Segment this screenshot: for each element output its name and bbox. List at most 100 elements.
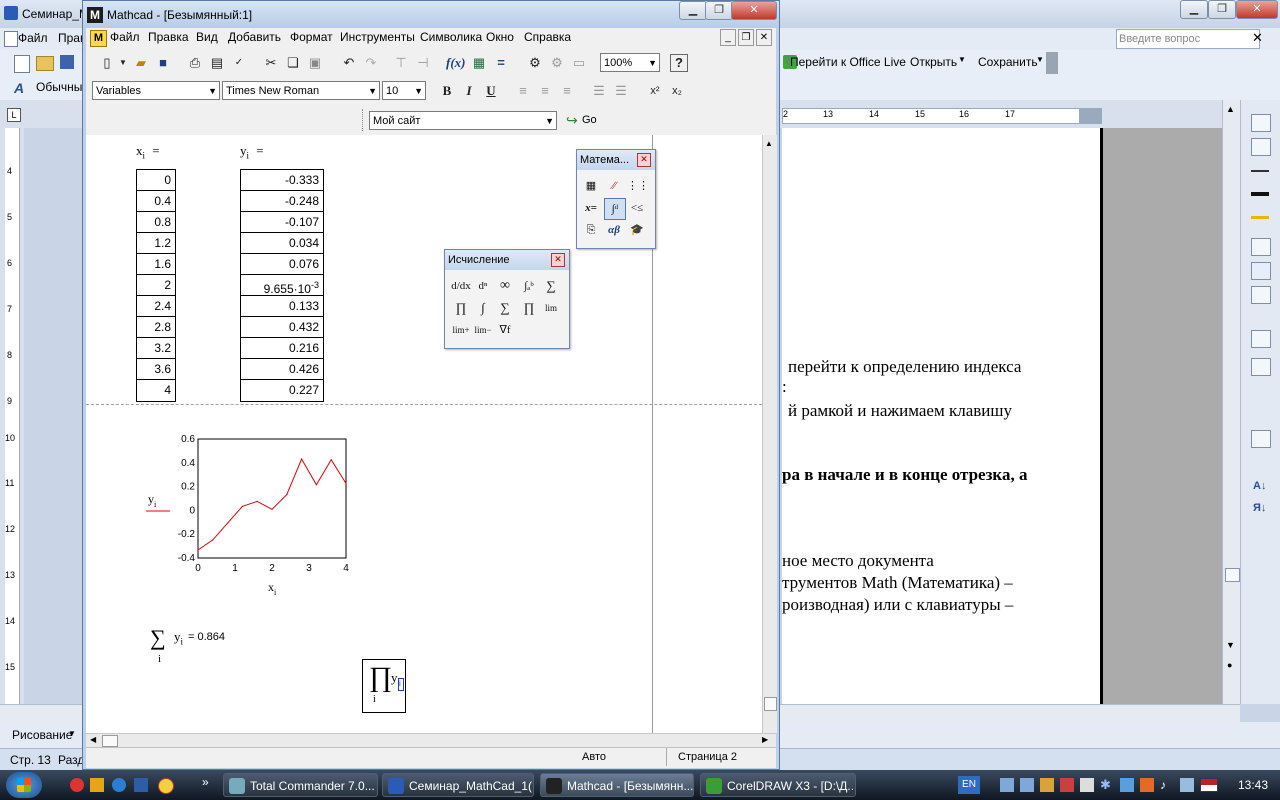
side-line-icon[interactable]: [1251, 170, 1269, 172]
component-wizard-icon[interactable]: ⚙: [548, 54, 566, 72]
language-indicator[interactable]: EN: [958, 776, 980, 794]
doc-restore-icon[interactable]: ❐: [738, 29, 754, 46]
summation-range-icon[interactable]: ∑: [541, 276, 561, 296]
doc-close-icon[interactable]: ✕: [756, 29, 772, 46]
menu-tools[interactable]: Инструменты: [340, 30, 415, 44]
save-icon[interactable]: [60, 55, 74, 69]
word-open-button[interactable]: Открыть: [910, 55, 957, 69]
side-table-icon[interactable]: [1251, 238, 1271, 256]
copy-icon[interactable]: ❏: [284, 54, 302, 72]
taskbar-item-mathcad[interactable]: Mathcad - [Безымянн...: [540, 773, 694, 797]
tray-power-icon[interactable]: [1180, 778, 1194, 792]
open-dropdown-icon[interactable]: ▼: [958, 55, 966, 64]
bullets-icon[interactable]: ☰: [590, 82, 608, 100]
word-ask-close-icon[interactable]: ✕: [1252, 30, 1263, 46]
menu-view[interactable]: Вид: [196, 30, 218, 44]
infinity-icon[interactable]: ∞: [495, 276, 515, 296]
scroll-right-icon[interactable]: ▶: [762, 735, 768, 744]
browse-object-icon[interactable]: ●: [1227, 660, 1232, 670]
zoom-select[interactable]: 100% ▼: [600, 53, 660, 72]
menu-format[interactable]: Формат: [290, 30, 333, 44]
tray-update-icon[interactable]: [1120, 778, 1134, 792]
print-preview-icon[interactable]: ▤: [208, 54, 226, 72]
side-insert-icon[interactable]: [1251, 430, 1271, 448]
mathcad-vertical-scrollbar[interactable]: ▲: [762, 135, 777, 733]
side-grid-icon[interactable]: [1251, 286, 1271, 304]
quicklaunch-chrome-icon[interactable]: [158, 778, 174, 794]
tray-bluetooth-icon[interactable]: ✱: [1100, 778, 1114, 792]
spell-check-icon[interactable]: ✓: [230, 54, 248, 72]
limit-icon[interactable]: lim: [541, 298, 561, 318]
align-top-icon[interactable]: ⊤: [392, 54, 410, 72]
word-vertical-scrollbar[interactable]: ▲ ▼ ●: [1222, 100, 1241, 704]
quicklaunch-opera-icon[interactable]: [70, 778, 84, 792]
side-edit-icon[interactable]: [1251, 114, 1271, 132]
math-palette[interactable]: Матема... ✕ ▦ ∕∕ ⋮⋮ x= ∫ᵈ <≤ ⎘ αβ 🎓: [576, 149, 656, 249]
side-sort-desc-icon[interactable]: Я↓: [1253, 502, 1266, 514]
underline-icon[interactable]: U: [482, 82, 500, 100]
align-left-icon[interactable]: ⊣: [414, 54, 432, 72]
scroll-up-icon[interactable]: ▲: [765, 139, 773, 148]
tray-flag-icon[interactable]: [1200, 778, 1218, 792]
help-icon[interactable]: ?: [670, 54, 688, 72]
office-live-button[interactable]: Перейти к Office Live: [790, 55, 906, 69]
calculator-icon[interactable]: ▦: [581, 176, 601, 196]
nth-derivative-icon[interactable]: dⁿ: [473, 276, 493, 296]
x-values-table[interactable]: 0 0.4 0.8 1.2 1.6 2 2.4 2.8 3.2 3.6 4: [136, 169, 176, 402]
taskbar-item-coreldraw[interactable]: CorelDRAW X3 - [D:\Д...: [700, 773, 856, 797]
scroll-thumb[interactable]: [764, 697, 777, 711]
right-limit-icon[interactable]: lim+: [451, 320, 471, 340]
menu-edit[interactable]: Правка: [148, 30, 189, 44]
save-icon[interactable]: ■: [154, 54, 172, 72]
calculus-palette-close-icon[interactable]: ✕: [551, 253, 565, 267]
evaluation-icon[interactable]: x=: [581, 198, 601, 218]
insert-function-icon[interactable]: f(x): [446, 54, 466, 72]
italic-icon[interactable]: I: [460, 82, 478, 100]
y-values-table[interactable]: -0.333 -0.248 -0.107 0.034 0.076 9.655·1…: [240, 169, 324, 402]
size-select[interactable]: 10 ▼: [382, 81, 426, 100]
quicklaunch-more-icon[interactable]: »: [202, 775, 209, 789]
style-select[interactable]: Variables ▼: [92, 81, 220, 100]
math-palette-close-icon[interactable]: ✕: [637, 153, 651, 167]
scroll-down-icon[interactable]: ▼: [1226, 640, 1235, 650]
calculus-palette[interactable]: Исчисление ✕ d/dx dⁿ ∞ ∫ₐᵇ ∑ ∏ ∫ ∑ ∏ lim…: [444, 249, 570, 349]
product-range-icon[interactable]: ∏: [451, 298, 471, 318]
tray-device-icon[interactable]: [1080, 778, 1094, 792]
align-center-text-icon[interactable]: ≡: [536, 82, 554, 100]
word-page[interactable]: перейти к определению индекса : й рамкой…: [782, 128, 1102, 704]
derivative-icon[interactable]: d/dx: [451, 276, 471, 296]
tray-network2-icon[interactable]: [1020, 778, 1034, 792]
mathcad-close-button[interactable]: ✕: [731, 1, 777, 20]
word-minimize-button[interactable]: ▁: [1180, 0, 1208, 19]
side-border-icon[interactable]: [1251, 192, 1269, 196]
left-limit-icon[interactable]: lim−: [473, 320, 493, 340]
mathcad-minimize-button[interactable]: ▁: [679, 1, 707, 20]
side-form-icon[interactable]: [1251, 138, 1271, 156]
quicklaunch-desktop-icon[interactable]: [134, 778, 148, 792]
site-dropdown-icon[interactable]: ▼: [545, 112, 554, 131]
word-close-button[interactable]: ✕: [1236, 0, 1278, 19]
word-ask-input[interactable]: Введите вопрос: [1116, 29, 1260, 49]
boolean-icon[interactable]: <≤: [627, 198, 647, 218]
xy-plot[interactable]: 0.6 0.4 0.2 0 -0.2 -0.4 0 1 2 3 4 yi xi: [136, 425, 366, 605]
sum-expression[interactable]: ∑: [150, 625, 166, 651]
taskbar-item-total-commander[interactable]: Total Commander 7.0...: [223, 773, 378, 797]
doc-minimize-icon[interactable]: _: [720, 29, 736, 46]
align-right-text-icon[interactable]: ≡: [558, 82, 576, 100]
align-left-text-icon[interactable]: ≡: [514, 82, 532, 100]
mathcad-worksheet[interactable]: xi = yi = 0 0.4 0.8 1.2 1.6 2 2.4 2.8 3.…: [86, 135, 762, 733]
start-button[interactable]: [6, 772, 42, 798]
new-document-icon[interactable]: [14, 55, 30, 73]
product-icon[interactable]: ∏: [519, 298, 539, 318]
insert-hyperlink-icon[interactable]: ⚙: [526, 54, 544, 72]
tray-app-icon[interactable]: [1140, 778, 1154, 792]
taskbar-item-word[interactable]: Семинар_MathCad_1(...: [382, 773, 534, 797]
subscript-icon[interactable]: x₂: [668, 82, 686, 100]
font-dropdown-icon[interactable]: ▼: [368, 82, 377, 101]
draw-menu-button[interactable]: Рисование: [12, 728, 72, 742]
paste-icon[interactable]: ▣: [306, 54, 324, 72]
resource-site-select[interactable]: Мой сайт ▼: [369, 111, 557, 130]
summation-icon[interactable]: ∑: [495, 298, 515, 318]
calculate-icon[interactable]: =: [492, 54, 510, 72]
numbering-icon[interactable]: ☰: [612, 82, 630, 100]
